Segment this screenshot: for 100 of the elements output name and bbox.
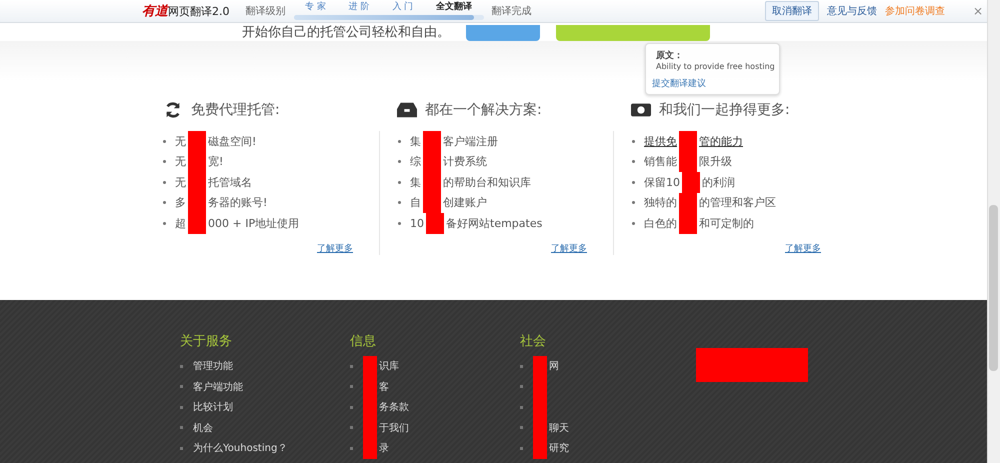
feature-text: 超: [175, 216, 186, 231]
feature-text: 集: [410, 174, 421, 190]
level-option[interactable]: 专 家: [304, 2, 326, 13]
hero-text: 开始你自己的托管公司轻松和自由。: [242, 25, 450, 41]
feature-text: 10: [410, 216, 424, 230]
bullet-icon: [632, 222, 635, 225]
feature-text: 限升级: [699, 154, 732, 170]
footer-link[interactable]: 客户端功能: [193, 380, 243, 394]
level-option[interactable]: 入 门: [392, 2, 414, 13]
redaction-block: [363, 438, 377, 458]
footer-heading: 信息: [350, 333, 376, 350]
bullet-icon: [632, 201, 635, 204]
footer-link[interactable]: 比较计划: [193, 400, 233, 414]
footer-heading: 社会: [520, 333, 546, 350]
level-label: 翻译级别: [246, 4, 286, 18]
learn-more-link[interactable]: 了解更多: [317, 242, 353, 254]
suggest-link[interactable]: 提交翻译建议: [652, 77, 706, 90]
feature-title: 都在一个解决方案:: [425, 101, 542, 119]
scrollbar[interactable]: [987, 0, 1000, 463]
feature-text: 保留10: [644, 174, 680, 190]
bullet-icon: [163, 201, 166, 204]
footer-link[interactable]: 聊天: [549, 420, 569, 435]
feature-title: 和我们一起挣得更多:: [659, 101, 790, 119]
feature-text: 的利润: [702, 174, 735, 190]
redaction-block: [679, 131, 697, 152]
bullet-icon: [163, 222, 166, 225]
bullet-icon: [163, 160, 166, 164]
redaction-block: [533, 356, 547, 376]
toolbar-link[interactable]: 意见与反馈: [826, 4, 877, 18]
redaction-block: [188, 213, 206, 234]
bullet-icon: [350, 385, 353, 388]
level-option[interactable]: 全文翻译: [436, 2, 472, 13]
feature-text: 销售能: [644, 154, 677, 170]
feature-text: 创建账户: [443, 195, 487, 210]
feature-text: 集: [410, 134, 421, 149]
feature-text: 磁盘空间!: [208, 134, 256, 149]
level-option[interactable]: 进 阶: [348, 2, 370, 13]
scroll-thumb[interactable]: [989, 205, 998, 371]
redaction-block: [188, 131, 206, 152]
bullet-icon: [350, 446, 353, 450]
footer-link[interactable]: 为什么Youhosting？: [193, 441, 288, 456]
bullet-icon: [398, 140, 401, 143]
hero-button[interactable]: [556, 25, 710, 41]
bullet-icon: [632, 180, 635, 184]
bullet-icon: [632, 160, 635, 164]
footer-link[interactable]: 机会: [193, 420, 213, 435]
feature-text: 托管域名: [208, 174, 252, 190]
bullet-icon: [520, 446, 523, 450]
bullet-icon: [350, 426, 353, 430]
bullet-icon: [398, 160, 401, 164]
redaction-block: [363, 356, 377, 376]
bullet-icon: [520, 406, 523, 409]
logo-mark: 有道: [142, 3, 168, 20]
tooltip-heading: 原文：: [656, 49, 683, 62]
feature-text: 独特的: [644, 195, 677, 210]
feature-text: 000 + IP地址使用: [208, 216, 300, 231]
footer-link[interactable]: 录: [379, 441, 389, 456]
footer-link[interactable]: 务条款: [379, 400, 409, 414]
feature-text: 无: [175, 154, 186, 170]
feature-text: 备好网站tempates: [446, 216, 542, 231]
status-text: 翻译完成: [492, 4, 532, 18]
redaction-block: [423, 131, 441, 152]
bullet-icon: [163, 140, 166, 143]
bullet-icon: [398, 180, 401, 184]
original-text: Ability to provide free hosting: [656, 62, 775, 71]
bullet-icon: [350, 406, 353, 409]
feature-text: 多: [175, 195, 186, 210]
inbox-icon: [397, 101, 417, 119]
redaction-block: [533, 438, 547, 458]
footer-link[interactable]: 于我们: [379, 420, 409, 435]
bullet-icon: [520, 426, 523, 430]
bullet-icon: [180, 406, 183, 409]
redaction-block: [679, 213, 697, 234]
footer-link[interactable]: 管理功能: [193, 359, 233, 374]
feature-text: 白色的: [644, 216, 677, 231]
feature-text: 客户端注册: [443, 134, 498, 149]
cancel-button[interactable]: 取消翻译: [764, 1, 819, 21]
learn-more-link[interactable]: 了解更多: [785, 242, 821, 254]
bullet-icon: [632, 140, 635, 143]
feature-text: 自: [410, 195, 421, 210]
footer-link[interactable]: 研究: [549, 441, 569, 456]
footer-link[interactable]: 识库: [379, 359, 399, 374]
feature-text: 的管理和客户区: [699, 195, 776, 210]
hero-button[interactable]: [466, 25, 540, 41]
feature-text: 计费系统: [443, 154, 487, 170]
feature-text: 无: [175, 174, 186, 190]
feature-text: 无: [175, 134, 186, 149]
bullet-icon: [180, 385, 183, 388]
bullet-icon: [398, 222, 401, 225]
banknote-icon: [631, 101, 651, 119]
footer-link[interactable]: 网: [549, 359, 559, 374]
logo-text: 网页翻译2.0: [168, 4, 230, 18]
footer-link[interactable]: 客: [379, 380, 389, 394]
feature-text: 务器的账号!: [208, 195, 268, 210]
learn-more-link[interactable]: 了解更多: [551, 242, 587, 254]
feature-text: 综: [410, 154, 421, 170]
bullet-icon: [180, 446, 183, 450]
feature-text: 宽!: [208, 154, 224, 170]
bullet-icon: [398, 201, 401, 204]
bullet-icon: [520, 385, 523, 388]
